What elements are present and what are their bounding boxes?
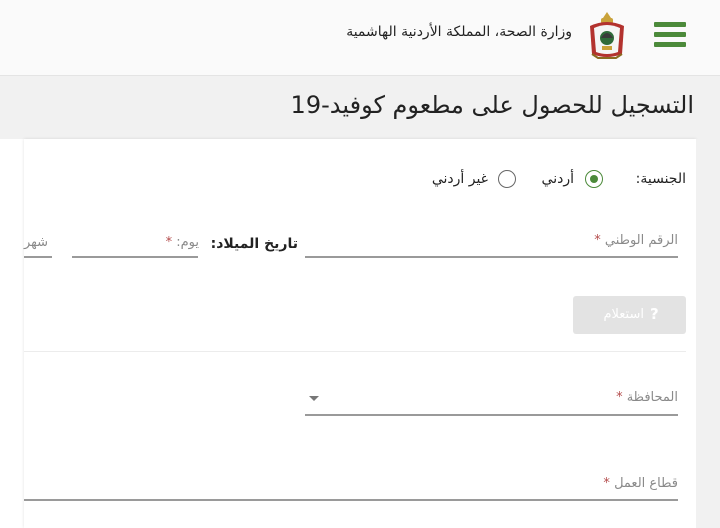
right-edge [696, 139, 720, 528]
jordan-coat-of-arms-icon [590, 12, 624, 59]
inquiry-button[interactable]: ? استعلام [573, 296, 686, 334]
birth-month-input[interactable] [24, 256, 52, 258]
chevron-down-icon[interactable] [309, 396, 319, 401]
birth-date-label: تاريخ الميلاد: [210, 236, 298, 252]
inquiry-button-label: استعلام [603, 307, 644, 322]
required-mark: * [603, 476, 610, 491]
required-mark: * [165, 235, 173, 250]
nationality-jordanian-label[interactable]: أردني [542, 171, 574, 187]
top-bar: وزارة الصحة، المملكة الأردنية الهاشمية [0, 0, 720, 76]
ministry-name: وزارة الصحة، المملكة الأردنية الهاشمية [346, 24, 572, 40]
page-title: التسجيل للحصول على مطعوم كوفيد-19 [290, 91, 694, 119]
birth-day-input[interactable] [72, 256, 198, 258]
section-divider [24, 351, 686, 352]
nationality-jordanian-radio[interactable] [585, 170, 603, 188]
nationality-non-jordanian-radio[interactable] [498, 170, 516, 188]
hamburger-menu-icon[interactable] [654, 22, 686, 48]
birth-day-placeholder[interactable]: يوم: * [166, 235, 199, 250]
required-mark: * [616, 390, 623, 405]
work-sector-placeholder[interactable]: قطاع العمل * [603, 476, 678, 491]
governorate-placeholder[interactable]: المحافظة * [616, 390, 678, 405]
nationality-non-jordanian-label[interactable]: غير أردني [432, 171, 488, 187]
governorate-select[interactable] [305, 414, 678, 416]
nationality-label: الجنسية: [635, 171, 686, 187]
national-id-placeholder[interactable]: الرقم الوطني * [594, 233, 678, 248]
birth-month-placeholder[interactable]: شهر [24, 235, 48, 250]
work-sector-input[interactable] [24, 499, 678, 501]
required-mark: * [594, 233, 601, 248]
national-id-input[interactable] [305, 256, 678, 258]
left-edge [0, 139, 24, 528]
question-icon: ? [650, 305, 659, 323]
title-bar: التسجيل للحصول على مطعوم كوفيد-19 [0, 77, 720, 139]
